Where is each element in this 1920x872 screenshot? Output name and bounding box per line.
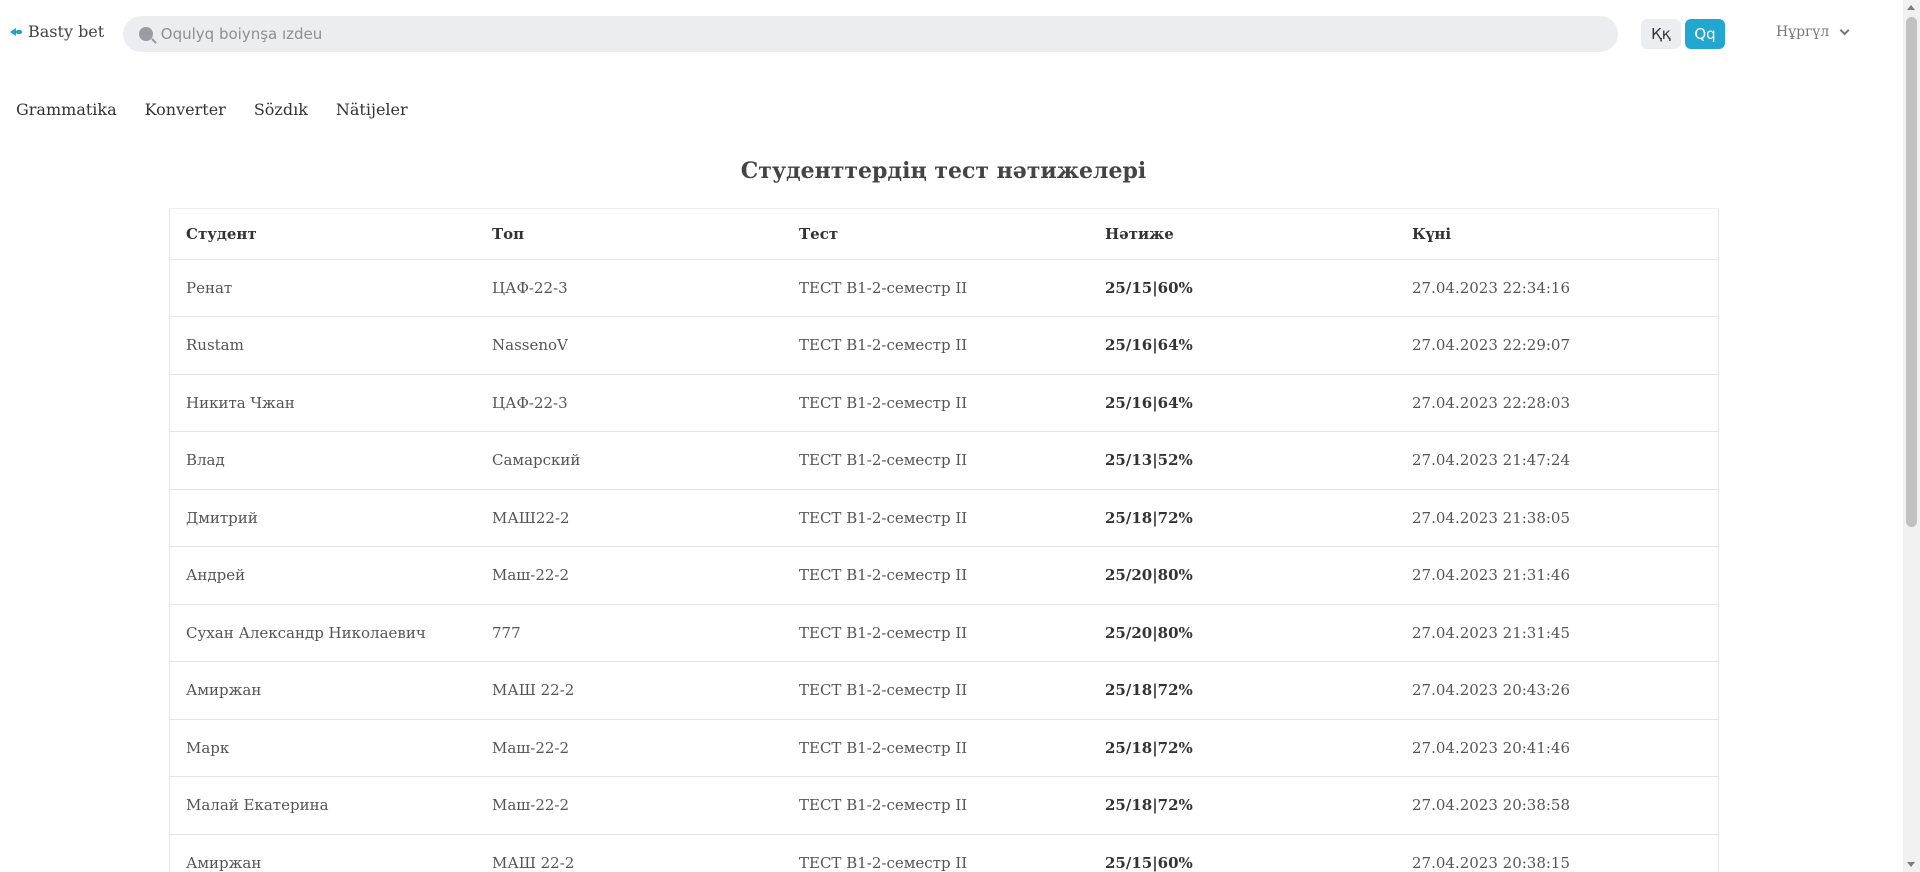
header-student: Студент xyxy=(170,209,476,260)
scroll-down-icon[interactable] xyxy=(1907,862,1915,867)
cell-student: Андрей xyxy=(170,546,476,605)
table-row: Сухан Александр Николаевич 777 ТЕСТ B1-2… xyxy=(170,604,1718,662)
header-date: Күні xyxy=(1396,209,1718,260)
nav-konverter[interactable]: Konverter xyxy=(145,100,226,119)
table-row: Никита Чжан ЦАФ-22-3 ТЕСТ B1-2-семестр I… xyxy=(170,374,1718,432)
search-input[interactable] xyxy=(160,25,1618,43)
cell-test: ТЕСТ B1-2-семестр II xyxy=(783,604,1089,662)
cyrillic-button[interactable]: Ққ xyxy=(1641,19,1681,49)
cell-student: Дмитрий xyxy=(170,489,476,547)
cell-group: МАШ 22-2 xyxy=(476,834,783,872)
cell-student: Ренат xyxy=(170,259,476,317)
cell-date: 27.04.2023 20:43:26 xyxy=(1396,661,1718,720)
cell-test: ТЕСТ B1-2-семестр II xyxy=(783,259,1089,317)
cell-result: 25/20|80% xyxy=(1089,604,1396,662)
cell-student: Марк xyxy=(170,719,476,777)
user-name: Нұргүл xyxy=(1776,24,1830,40)
table-row: Амиржан МАШ 22-2 ТЕСТ B1-2-семестр II 25… xyxy=(170,834,1718,872)
cell-test: ТЕСТ B1-2-семестр II xyxy=(783,374,1089,432)
main-nav: Grammatika Konverter Sözdık Nätijeler xyxy=(16,100,408,119)
table-row: Ренат ЦАФ-22-3 ТЕСТ B1-2-семестр II 25/1… xyxy=(170,259,1718,317)
cell-date: 27.04.2023 20:41:46 xyxy=(1396,719,1718,777)
cell-test: ТЕСТ B1-2-семестр II xyxy=(783,431,1089,490)
cell-student: Амиржан xyxy=(170,661,476,720)
cell-test: ТЕСТ B1-2-семестр II xyxy=(783,719,1089,777)
user-menu[interactable]: Нұргүл xyxy=(1776,24,1850,40)
cell-group: ЦАФ-22-3 xyxy=(476,259,783,317)
cell-result: 25/18|72% xyxy=(1089,489,1396,547)
home-link[interactable]: Basty bet xyxy=(10,22,104,41)
cell-date: 27.04.2023 22:29:07 xyxy=(1396,316,1718,375)
cell-date: 27.04.2023 21:38:05 xyxy=(1396,489,1718,547)
logo-icon xyxy=(10,26,22,38)
table-row: Марк Маш-22-2 ТЕСТ B1-2-семестр II 25/18… xyxy=(170,719,1718,777)
cell-test: ТЕСТ B1-2-семестр II xyxy=(783,776,1089,835)
header-result: Нәтиже xyxy=(1089,209,1396,260)
cell-group: ЦАФ-22-3 xyxy=(476,374,783,432)
chevron-down-icon xyxy=(1839,24,1850,35)
nav-grammatika[interactable]: Grammatika xyxy=(16,100,117,119)
table-row: Дмитрий МАШ22-2 ТЕСТ B1-2-семестр II 25/… xyxy=(170,489,1718,547)
cell-date: 27.04.2023 20:38:58 xyxy=(1396,776,1718,835)
cell-group: 777 xyxy=(476,604,783,662)
cell-date: 27.04.2023 20:38:15 xyxy=(1396,834,1718,872)
cell-student: Сухан Александр Николаевич xyxy=(170,604,476,662)
cell-student: Влад xyxy=(170,431,476,490)
cell-result: 25/18|72% xyxy=(1089,776,1396,835)
page-title: Студенттердің тест нәтижелері xyxy=(740,158,1147,184)
topbar: Basty bet Ққ Qq Нұргүл xyxy=(0,0,1900,68)
cell-test: ТЕСТ B1-2-семестр II xyxy=(783,316,1089,375)
search-bar[interactable] xyxy=(123,16,1618,52)
cell-test: ТЕСТ B1-2-семестр II xyxy=(783,546,1089,605)
logo-text: Basty bet xyxy=(28,22,105,41)
table-row: Амиржан МАШ 22-2 ТЕСТ B1-2-семестр II 25… xyxy=(170,661,1718,720)
cell-group: Самарский xyxy=(476,431,783,490)
header-test: Тест xyxy=(783,209,1089,260)
cell-date: 27.04.2023 22:34:16 xyxy=(1396,259,1718,317)
cell-test: ТЕСТ B1-2-семестр II xyxy=(783,489,1089,547)
table-row: Андрей Маш-22-2 ТЕСТ B1-2-семестр II 25/… xyxy=(170,546,1718,605)
cell-result: 25/16|64% xyxy=(1089,316,1396,375)
alphabet-switch: Ққ Qq xyxy=(1641,19,1725,49)
cell-group: Маш-22-2 xyxy=(476,546,783,605)
cell-result: 25/15|60% xyxy=(1089,259,1396,317)
cell-student: Амиржан xyxy=(170,834,476,872)
cell-date: 27.04.2023 21:31:45 xyxy=(1396,604,1718,662)
page: Basty bet Ққ Qq Нұргүл Grammatika Konver… xyxy=(0,0,1920,872)
cell-group: МАШ 22-2 xyxy=(476,661,783,720)
table-row: Rustam NassenoV ТЕСТ B1-2-семестр II 25/… xyxy=(170,316,1718,375)
header-group: Топ xyxy=(476,209,783,260)
cell-student: Малай Екатерина xyxy=(170,776,476,835)
results-table: Студент Топ Тест Нәтиже Күні Ренат ЦАФ-2… xyxy=(169,208,1719,872)
search-icon xyxy=(139,27,153,41)
cell-group: МАШ22-2 xyxy=(476,489,783,547)
cell-date: 27.04.2023 21:47:24 xyxy=(1396,431,1718,490)
cell-result: 25/13|52% xyxy=(1089,431,1396,490)
scroll-up-icon[interactable] xyxy=(1907,5,1915,10)
cell-group: Маш-22-2 xyxy=(476,776,783,835)
table-header-row: Студент Топ Тест Нәтиже Күні xyxy=(170,209,1718,260)
nav-natijeler[interactable]: Nätijeler xyxy=(336,100,408,119)
cell-group: Маш-22-2 xyxy=(476,719,783,777)
cell-date: 27.04.2023 22:28:03 xyxy=(1396,374,1718,432)
cell-result: 25/16|64% xyxy=(1089,374,1396,432)
table-row: Влад Самарский ТЕСТ B1-2-семестр II 25/1… xyxy=(170,431,1718,490)
cell-result: 25/18|72% xyxy=(1089,719,1396,777)
cell-test: ТЕСТ B1-2-семестр II xyxy=(783,834,1089,872)
cell-student: Rustam xyxy=(170,316,476,375)
table-row: Малай Екатерина Маш-22-2 ТЕСТ B1-2-семес… xyxy=(170,776,1718,835)
latin-button[interactable]: Qq xyxy=(1685,19,1725,49)
cell-group: NassenoV xyxy=(476,316,783,375)
cell-result: 25/18|72% xyxy=(1089,661,1396,720)
cell-test: ТЕСТ B1-2-семестр II xyxy=(783,661,1089,720)
cell-date: 27.04.2023 21:31:46 xyxy=(1396,546,1718,605)
page-scrollbar[interactable] xyxy=(1903,0,1920,872)
cell-result: 25/20|80% xyxy=(1089,546,1396,605)
cell-result: 25/15|60% xyxy=(1089,834,1396,872)
cell-student: Никита Чжан xyxy=(170,374,476,432)
scroll-thumb[interactable] xyxy=(1906,17,1917,527)
nav-sozdik[interactable]: Sözdık xyxy=(254,100,308,119)
